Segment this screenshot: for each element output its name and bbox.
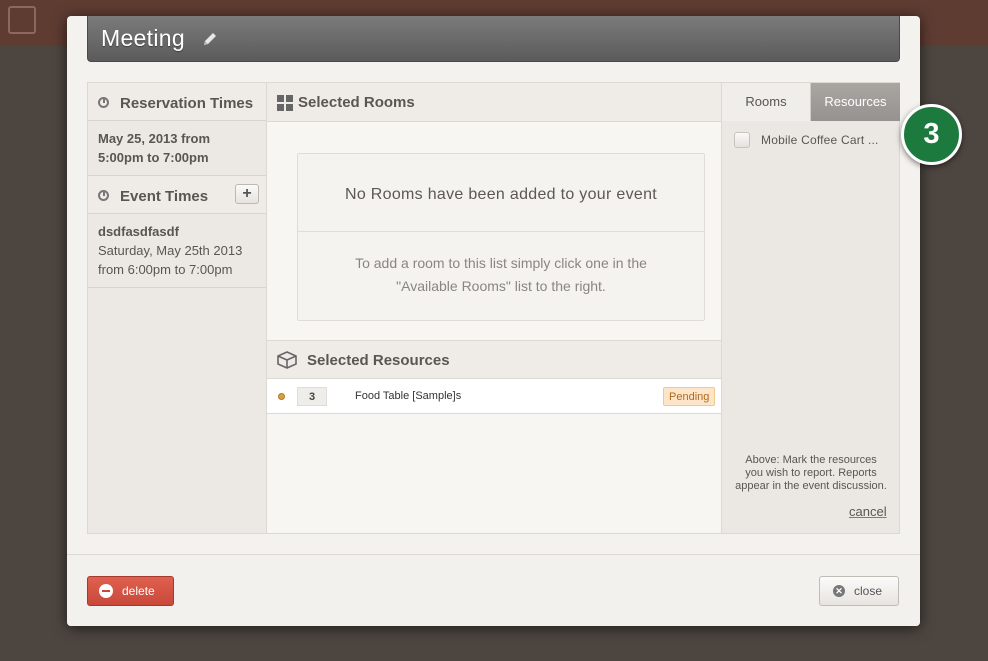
selection-column: Selected Rooms No Rooms have been added … [267,83,721,533]
event-times-header: Event Times + [88,176,266,214]
close-button[interactable]: ✕ close [819,576,899,606]
rooms-empty-desc-line2: "Available Rooms" list to the right. [396,278,606,294]
close-icon: ✕ [833,585,845,597]
selected-resources-label: Selected Resources [307,352,450,369]
event-time-entry[interactable]: dsdfasdfasdf Saturday, May 25th 2013 fro… [88,214,266,288]
reservation-times-header: Reservation Times [88,83,266,121]
box-icon [277,351,297,369]
resource-checkbox[interactable] [734,132,750,148]
rooms-empty-desc-line1: To add a room to this list simply click … [355,255,647,271]
clock-icon [98,97,109,108]
selected-resources-header: Selected Resources [267,340,721,379]
pencil-icon[interactable] [202,31,218,47]
delete-label: delete [122,584,155,598]
reservation-times-label: Reservation Times [120,95,254,112]
resource-name: Food Table [Sample]s [355,390,462,402]
add-event-time-button[interactable]: + [235,184,259,204]
resource-quantity[interactable]: 3 [297,387,327,406]
panel-tabs: Rooms Resources [722,83,900,121]
minus-circle-icon [99,584,113,598]
reservation-times-body: May 25, 2013 from 5:00pm to 7:00pm [88,121,266,176]
report-note-line3: appear in the event discussion. [735,480,887,492]
delete-button[interactable]: delete [87,576,174,606]
cancel-link[interactable]: cancel [849,504,887,519]
rooms-empty-state: No Rooms have been added to your event T… [297,153,705,321]
status-dot-icon [278,393,285,400]
modal-content: Reservation Times May 25, 2013 from 5:00… [87,82,900,534]
event-times-label: Event Times [120,188,209,205]
close-label: close [854,584,883,598]
available-panel: Rooms Resources Mobile Coffee Cart ... A… [721,83,900,533]
status-badge: Pending [663,387,716,406]
selected-rooms-header: Selected Rooms [267,83,721,122]
event-modal: Meeting Reservation Times May 25, 2013 f… [67,16,920,626]
reservation-times-line1: May 25, 2013 from [98,131,211,146]
modal-header: Meeting [87,16,900,62]
modal-title: Meeting [101,25,185,51]
report-note-line1: Above: Mark the resources [745,454,877,466]
resource-option-label: Mobile Coffee Cart ... [761,133,879,147]
tab-resources[interactable]: Resources [811,83,900,121]
resource-row[interactable]: 3 Food Table [Sample]s Pending [267,379,721,414]
report-note-line2: you wish to report. Reports [745,467,877,479]
background-logo [8,6,36,34]
selected-rooms-label: Selected Rooms [298,94,415,111]
modal-footer: delete ✕ close [67,554,920,626]
event-time-line: from 6:00pm to 7:00pm [98,262,233,277]
times-column: Reservation Times May 25, 2013 from 5:00… [88,83,267,533]
event-name: dsdfasdfasdf [98,224,179,239]
reservation-times-line2: 5:00pm to 7:00pm [98,150,209,165]
clock-icon [98,190,109,201]
rooms-empty-title: No Rooms have been added to your event [298,154,704,232]
tab-rooms[interactable]: Rooms [722,83,811,121]
event-date-line: Saturday, May 25th 2013 [98,243,243,258]
report-note: Above: Mark the resources you wish to re… [722,454,900,493]
rooms-empty-description: To add a room to this list simply click … [298,232,704,298]
grid-icon [277,95,293,111]
step-badge: 3 [901,104,962,165]
